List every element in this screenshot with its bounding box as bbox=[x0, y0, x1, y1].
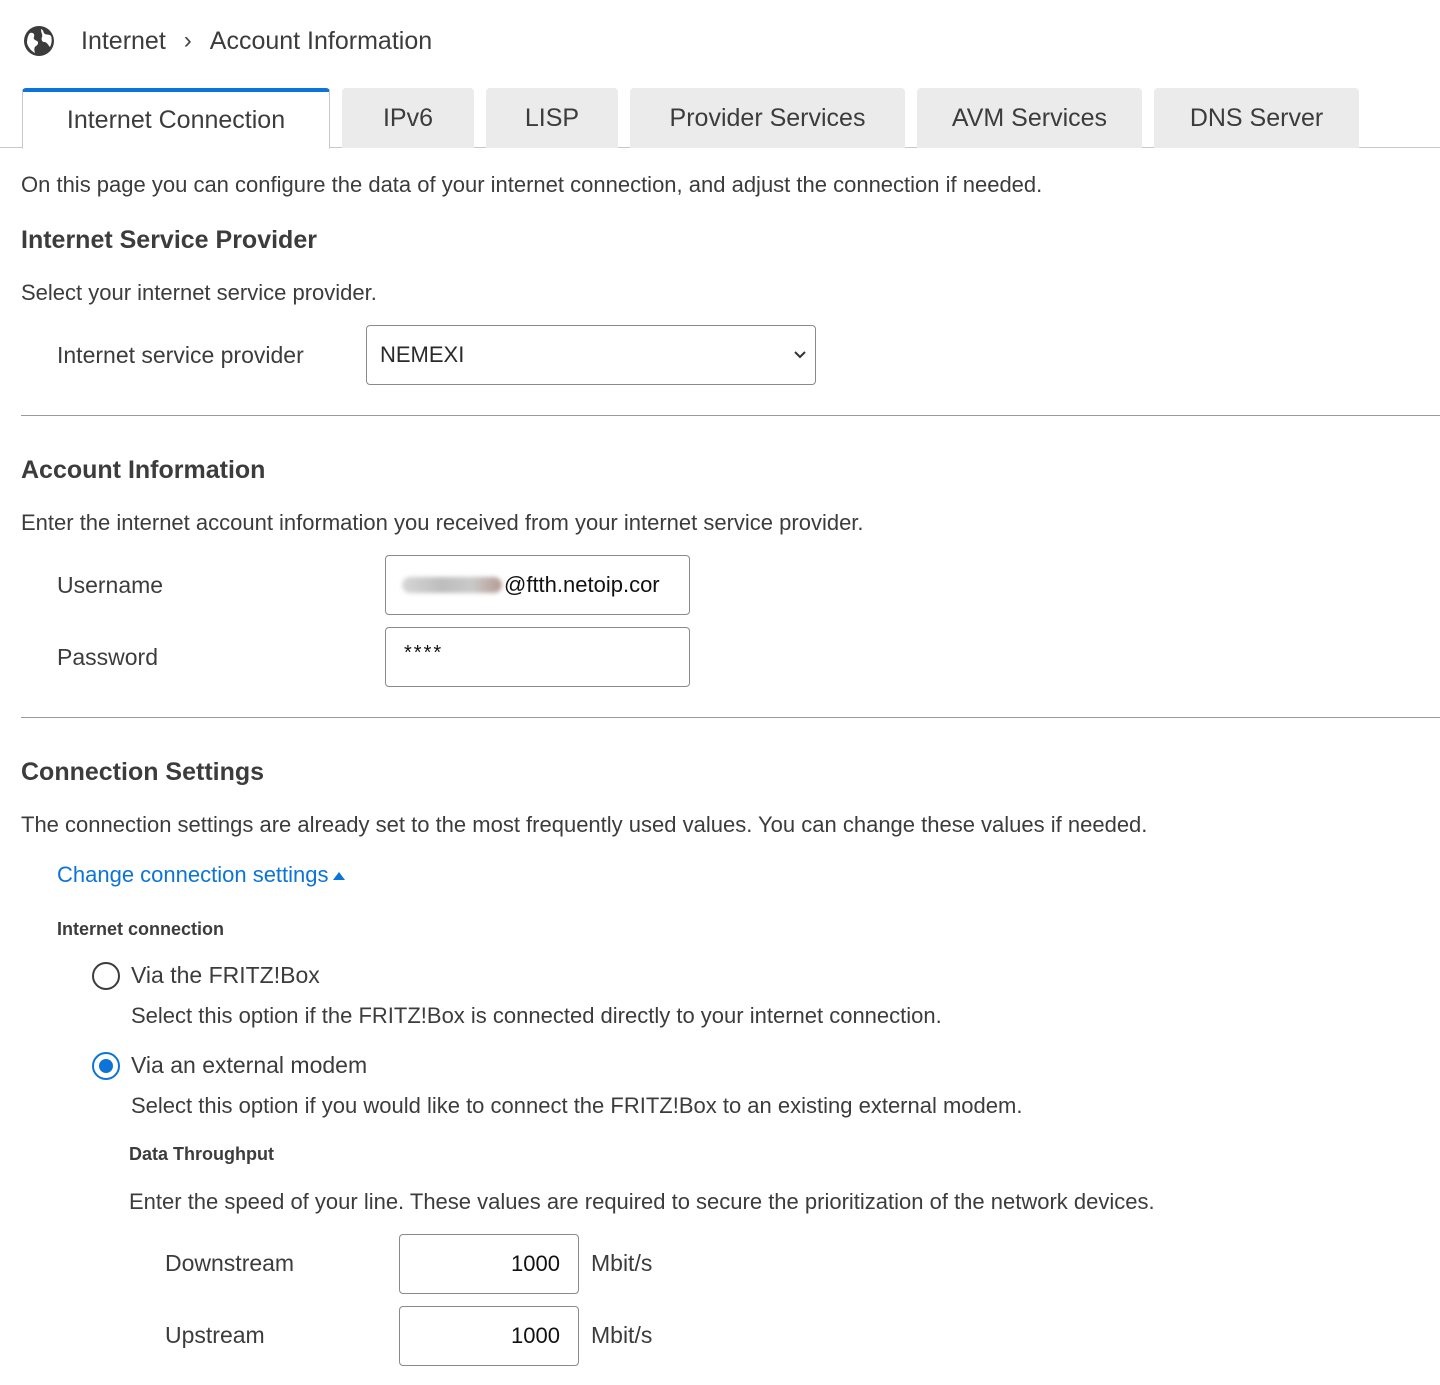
tab-dns-server[interactable]: DNS Server bbox=[1154, 88, 1359, 148]
isp-description: Select your internet service provider. bbox=[21, 280, 377, 305]
change-connection-settings-label: Change connection settings bbox=[57, 862, 329, 887]
username-label: Username bbox=[57, 572, 164, 598]
radio-via-external-modem-label[interactable]: Via an external modem bbox=[131, 1052, 367, 1079]
globe-icon bbox=[24, 26, 54, 56]
radio-via-external-modem-description: Select this option if you would like to … bbox=[131, 1093, 1023, 1118]
connection-section-title: Connection Settings bbox=[21, 758, 265, 786]
upstream-input[interactable]: 1000 bbox=[399, 1306, 579, 1366]
password-label: Password bbox=[57, 644, 158, 670]
tab-provider-services[interactable]: Provider Services bbox=[630, 88, 905, 148]
redacted-blur bbox=[402, 577, 502, 593]
downstream-input[interactable]: 1000 bbox=[399, 1234, 579, 1294]
radio-via-external-modem[interactable] bbox=[92, 1052, 120, 1080]
radio-via-fritzbox-label[interactable]: Via the FRITZ!Box bbox=[131, 962, 320, 989]
upstream-unit: Mbit/s bbox=[591, 1322, 653, 1348]
data-throughput-description: Enter the speed of your line. These valu… bbox=[129, 1189, 1155, 1214]
internet-connection-subtitle: Internet connection bbox=[57, 919, 225, 939]
tab-internet-connection[interactable]: Internet Connection bbox=[22, 88, 330, 149]
password-field[interactable]: **** bbox=[385, 627, 690, 687]
tab-lisp[interactable]: LISP bbox=[486, 88, 618, 148]
isp-section-title: Internet Service Provider bbox=[21, 226, 317, 254]
downstream-label: Downstream bbox=[165, 1250, 295, 1276]
tab-bar: Internet Connection IPv6 LISP Provider S… bbox=[0, 88, 1440, 149]
breadcrumb: Internet › Account Information bbox=[22, 22, 432, 60]
downstream-unit: Mbit/s bbox=[591, 1250, 653, 1276]
downstream-value: 1000 bbox=[511, 1251, 560, 1276]
isp-selected-value: NEMEXI bbox=[380, 342, 465, 367]
account-description: Enter the internet account information y… bbox=[21, 510, 864, 535]
isp-select[interactable]: NEMEXI bbox=[366, 325, 816, 385]
breadcrumb-current: Account Information bbox=[209, 26, 433, 55]
tab-ipv6[interactable]: IPv6 bbox=[342, 88, 474, 148]
data-throughput-title: Data Throughput bbox=[129, 1144, 274, 1164]
change-connection-settings-link[interactable]: Change connection settings bbox=[57, 862, 345, 888]
caret-up-icon bbox=[332, 872, 345, 880]
isp-label: Internet service provider bbox=[57, 342, 304, 368]
radio-via-fritzbox[interactable] bbox=[92, 962, 120, 990]
radio-via-fritzbox-description: Select this option if the FRITZ!Box is c… bbox=[131, 1003, 942, 1028]
chevron-right-icon: › bbox=[183, 27, 192, 54]
connection-description: The connection settings are already set … bbox=[21, 812, 1148, 837]
divider bbox=[21, 415, 1440, 416]
breadcrumb-internet[interactable]: Internet bbox=[81, 27, 166, 56]
page-intro: On this page you can configure the data … bbox=[21, 172, 1043, 197]
username-value: @ftth.netoip.cor bbox=[504, 572, 660, 597]
account-section-title: Account Information bbox=[21, 456, 266, 484]
divider bbox=[21, 717, 1440, 718]
upstream-value: 1000 bbox=[511, 1323, 560, 1348]
upstream-label: Upstream bbox=[165, 1322, 265, 1348]
tab-avm-services[interactable]: AVM Services bbox=[917, 88, 1142, 148]
password-value: **** bbox=[404, 642, 444, 664]
username-field[interactable]: @ftth.netoip.cor bbox=[385, 555, 690, 615]
chevron-down-icon bbox=[794, 351, 806, 359]
